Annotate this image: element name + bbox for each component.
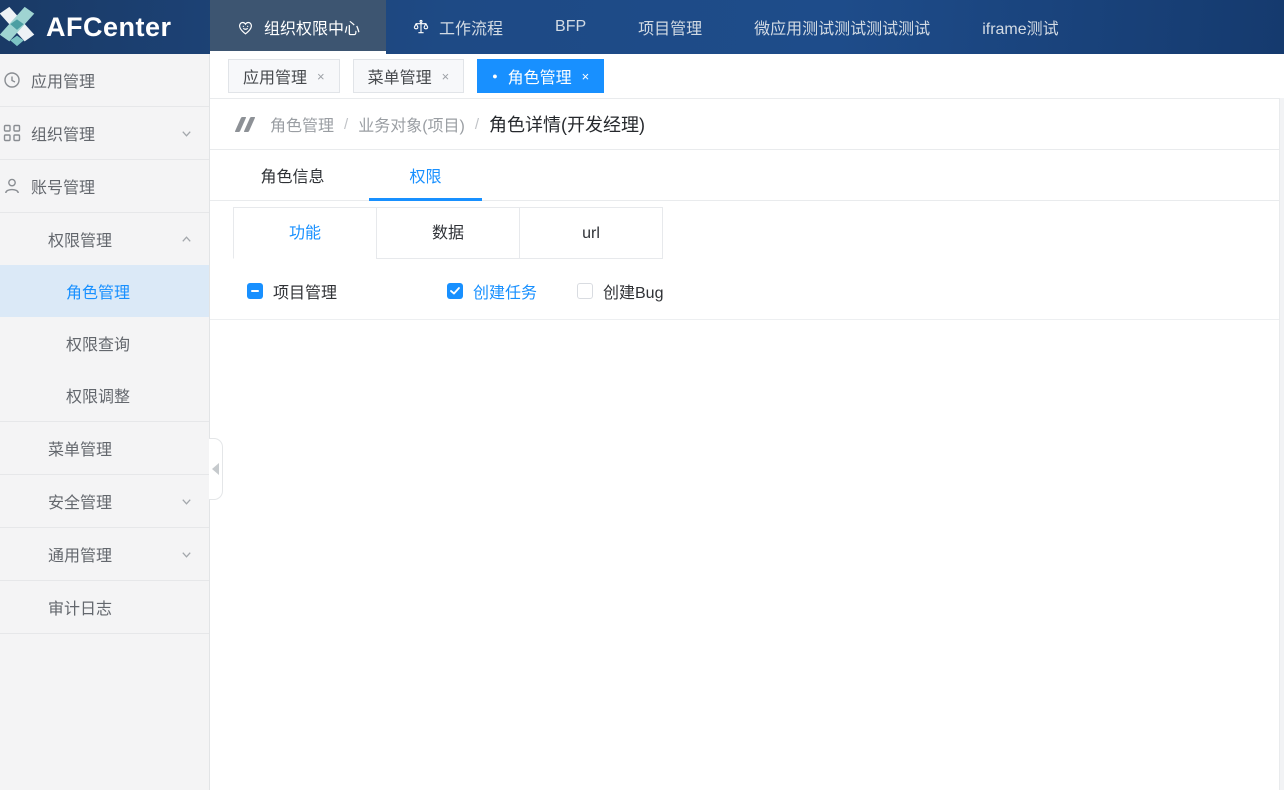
nav-item-workflow[interactable]: 工作流程 <box>386 0 529 54</box>
nav-item-project-mgmt[interactable]: 项目管理 <box>612 0 728 54</box>
breadcrumb: 角色管理 / 业务对象(项目) / 角色详情(开发经理) <box>210 99 1284 150</box>
nav-item-microapp-test[interactable]: 微应用测试测试测试测试 <box>728 0 956 54</box>
open-tabs-bar: 应用管理 × 菜单管理 × ● 角色管理 × <box>210 54 1284 99</box>
tab-function[interactable]: 功能 <box>233 207 377 259</box>
open-tab-label: 角色管理 <box>507 70 572 87</box>
sidebar-item-audit-log[interactable]: 审计日志 <box>0 581 209 634</box>
checkbox-checked-icon[interactable] <box>447 283 463 299</box>
active-dot-icon: ● <box>492 70 498 81</box>
perm-label: 创建任务 <box>473 285 538 302</box>
chevron-up-icon <box>180 233 193 246</box>
nav-item-label: 微应用测试测试测试测试 <box>754 21 931 38</box>
permission-tree: 项目管理 创建任务 创建Bug <box>210 276 1284 306</box>
breadcrumb-item-role-mgmt[interactable]: 角色管理 <box>270 112 334 136</box>
scrollbar-track[interactable] <box>1279 98 1284 790</box>
sidebar-item-label: 审计日志 <box>48 601 113 618</box>
chevron-down-icon <box>180 127 193 140</box>
permission-type-tabs: 功能 数据 url <box>233 207 1284 259</box>
nav-item-label: 项目管理 <box>638 21 703 38</box>
nav-item-label: 工作流程 <box>439 21 504 38</box>
nav-item-org-permission-center[interactable]: 组织权限中心 <box>210 0 387 54</box>
content-area: 应用管理 × 菜单管理 × ● 角色管理 × 角色管理 / 业务对象(项目) /… <box>210 54 1284 790</box>
perm-item-project-mgmt[interactable]: 项目管理 <box>247 279 447 303</box>
sidebar-item-label: 账号管理 <box>31 180 96 197</box>
app-window: AFCenter 组织权限中心 工作流程 BFP 项目管理 微应用测试测试测试测… <box>0 0 1284 790</box>
breadcrumb-item-business-object[interactable]: 业务对象(项目) <box>358 112 465 136</box>
close-icon[interactable]: × <box>582 69 590 84</box>
breadcrumb-separator: / <box>474 115 480 133</box>
open-tab-label: 应用管理 <box>243 70 308 87</box>
primary-nav: 组织权限中心 工作流程 BFP 项目管理 微应用测试测试测试测试 iframe测… <box>210 0 1085 54</box>
open-tab-label: 菜单管理 <box>367 70 432 87</box>
perm-label: 项目管理 <box>273 285 338 302</box>
sidebar-item-label: 角色管理 <box>66 285 131 302</box>
role-detail-tabs: 角色信息 权限 <box>210 150 1284 201</box>
nav-item-bfp[interactable]: BFP <box>529 0 612 54</box>
perm-label: 创建Bug <box>603 285 664 302</box>
nav-item-label: iframe测试 <box>982 21 1059 38</box>
top-navbar: AFCenter 组织权限中心 工作流程 BFP 项目管理 微应用测试测试测试测… <box>0 0 1284 54</box>
sidebar-collapse-handle[interactable] <box>209 438 223 500</box>
slashes-icon <box>234 116 256 132</box>
checkbox-unchecked-icon[interactable] <box>577 283 593 299</box>
sidebar-item-app-mgmt[interactable]: 应用管理 <box>0 54 209 107</box>
sidebar-item-label: 菜单管理 <box>48 442 113 459</box>
page-title: 角色详情(开发经理) <box>489 115 646 135</box>
sidebar-item-account-mgmt[interactable]: 账号管理 <box>0 160 209 213</box>
breadcrumb-separator: / <box>344 115 349 133</box>
tab-label: 角色信息 <box>260 169 325 186</box>
nav-item-label: 组织权限中心 <box>264 21 361 38</box>
sidebar-item-label: 安全管理 <box>48 495 113 512</box>
sidebar-item-permission-mgmt[interactable]: 权限管理 <box>0 213 209 265</box>
brand-logo[interactable]: AFCenter <box>0 0 210 54</box>
brand-name: AFCenter <box>46 11 172 42</box>
sidebar-item-label: 权限管理 <box>48 233 113 250</box>
tab-data[interactable]: 数据 <box>376 207 520 259</box>
sidebar-item-permission-query[interactable]: 权限查询 <box>0 317 209 369</box>
sidebar-item-menu-mgmt[interactable]: 菜单管理 <box>0 422 209 475</box>
heart-smile-icon <box>239 21 252 35</box>
sidebar-item-label: 权限查询 <box>66 337 131 354</box>
close-icon[interactable]: × <box>317 69 325 84</box>
sidebar-item-label: 权限调整 <box>66 389 131 406</box>
open-tab-role-mgmt[interactable]: ● 角色管理 × <box>477 59 605 93</box>
sidebar-item-security-mgmt[interactable]: 安全管理 <box>0 475 209 528</box>
sidebar: 应用管理 组织管理 账号管理 权限管理 角色管理 权限查询 权限调整 菜单管理 … <box>0 54 210 790</box>
perm-item-create-task[interactable]: 创建任务 <box>447 279 577 303</box>
close-icon[interactable]: × <box>442 69 450 84</box>
sidebar-item-label: 应用管理 <box>31 74 96 91</box>
brand-logo-icon <box>0 6 35 47</box>
nav-item-iframe-test[interactable]: iframe测试 <box>956 0 1084 54</box>
sidebar-item-label: 组织管理 <box>31 127 96 144</box>
checkbox-indeterminate-icon[interactable] <box>247 283 263 299</box>
sidebar-item-role-mgmt[interactable]: 角色管理 <box>0 265 209 317</box>
nav-item-label: BFP <box>555 18 587 35</box>
tab-role-info[interactable]: 角色信息 <box>226 150 359 200</box>
chevron-down-icon <box>180 495 193 508</box>
collapse-arrow-icon <box>212 463 219 475</box>
balance-scale-icon <box>413 19 429 34</box>
sidebar-item-general-mgmt[interactable]: 通用管理 <box>0 528 209 581</box>
clock-icon <box>3 71 21 89</box>
sidebar-item-label: 通用管理 <box>48 548 113 565</box>
org-nodes-icon <box>3 124 21 142</box>
perm-item-create-bug[interactable]: 创建Bug <box>577 279 663 303</box>
open-tab-menu-mgmt[interactable]: 菜单管理 × <box>352 59 465 93</box>
tab-permissions[interactable]: 权限 <box>359 150 492 201</box>
tab-label: 权限 <box>409 169 442 186</box>
chevron-down-icon <box>180 548 193 561</box>
user-icon <box>3 177 21 195</box>
open-tab-app-mgmt[interactable]: 应用管理 × <box>228 59 340 93</box>
divider <box>210 319 1284 320</box>
tab-url[interactable]: url <box>519 207 663 259</box>
sidebar-item-org-mgmt[interactable]: 组织管理 <box>0 107 209 160</box>
sidebar-item-permission-adjust[interactable]: 权限调整 <box>0 369 209 422</box>
